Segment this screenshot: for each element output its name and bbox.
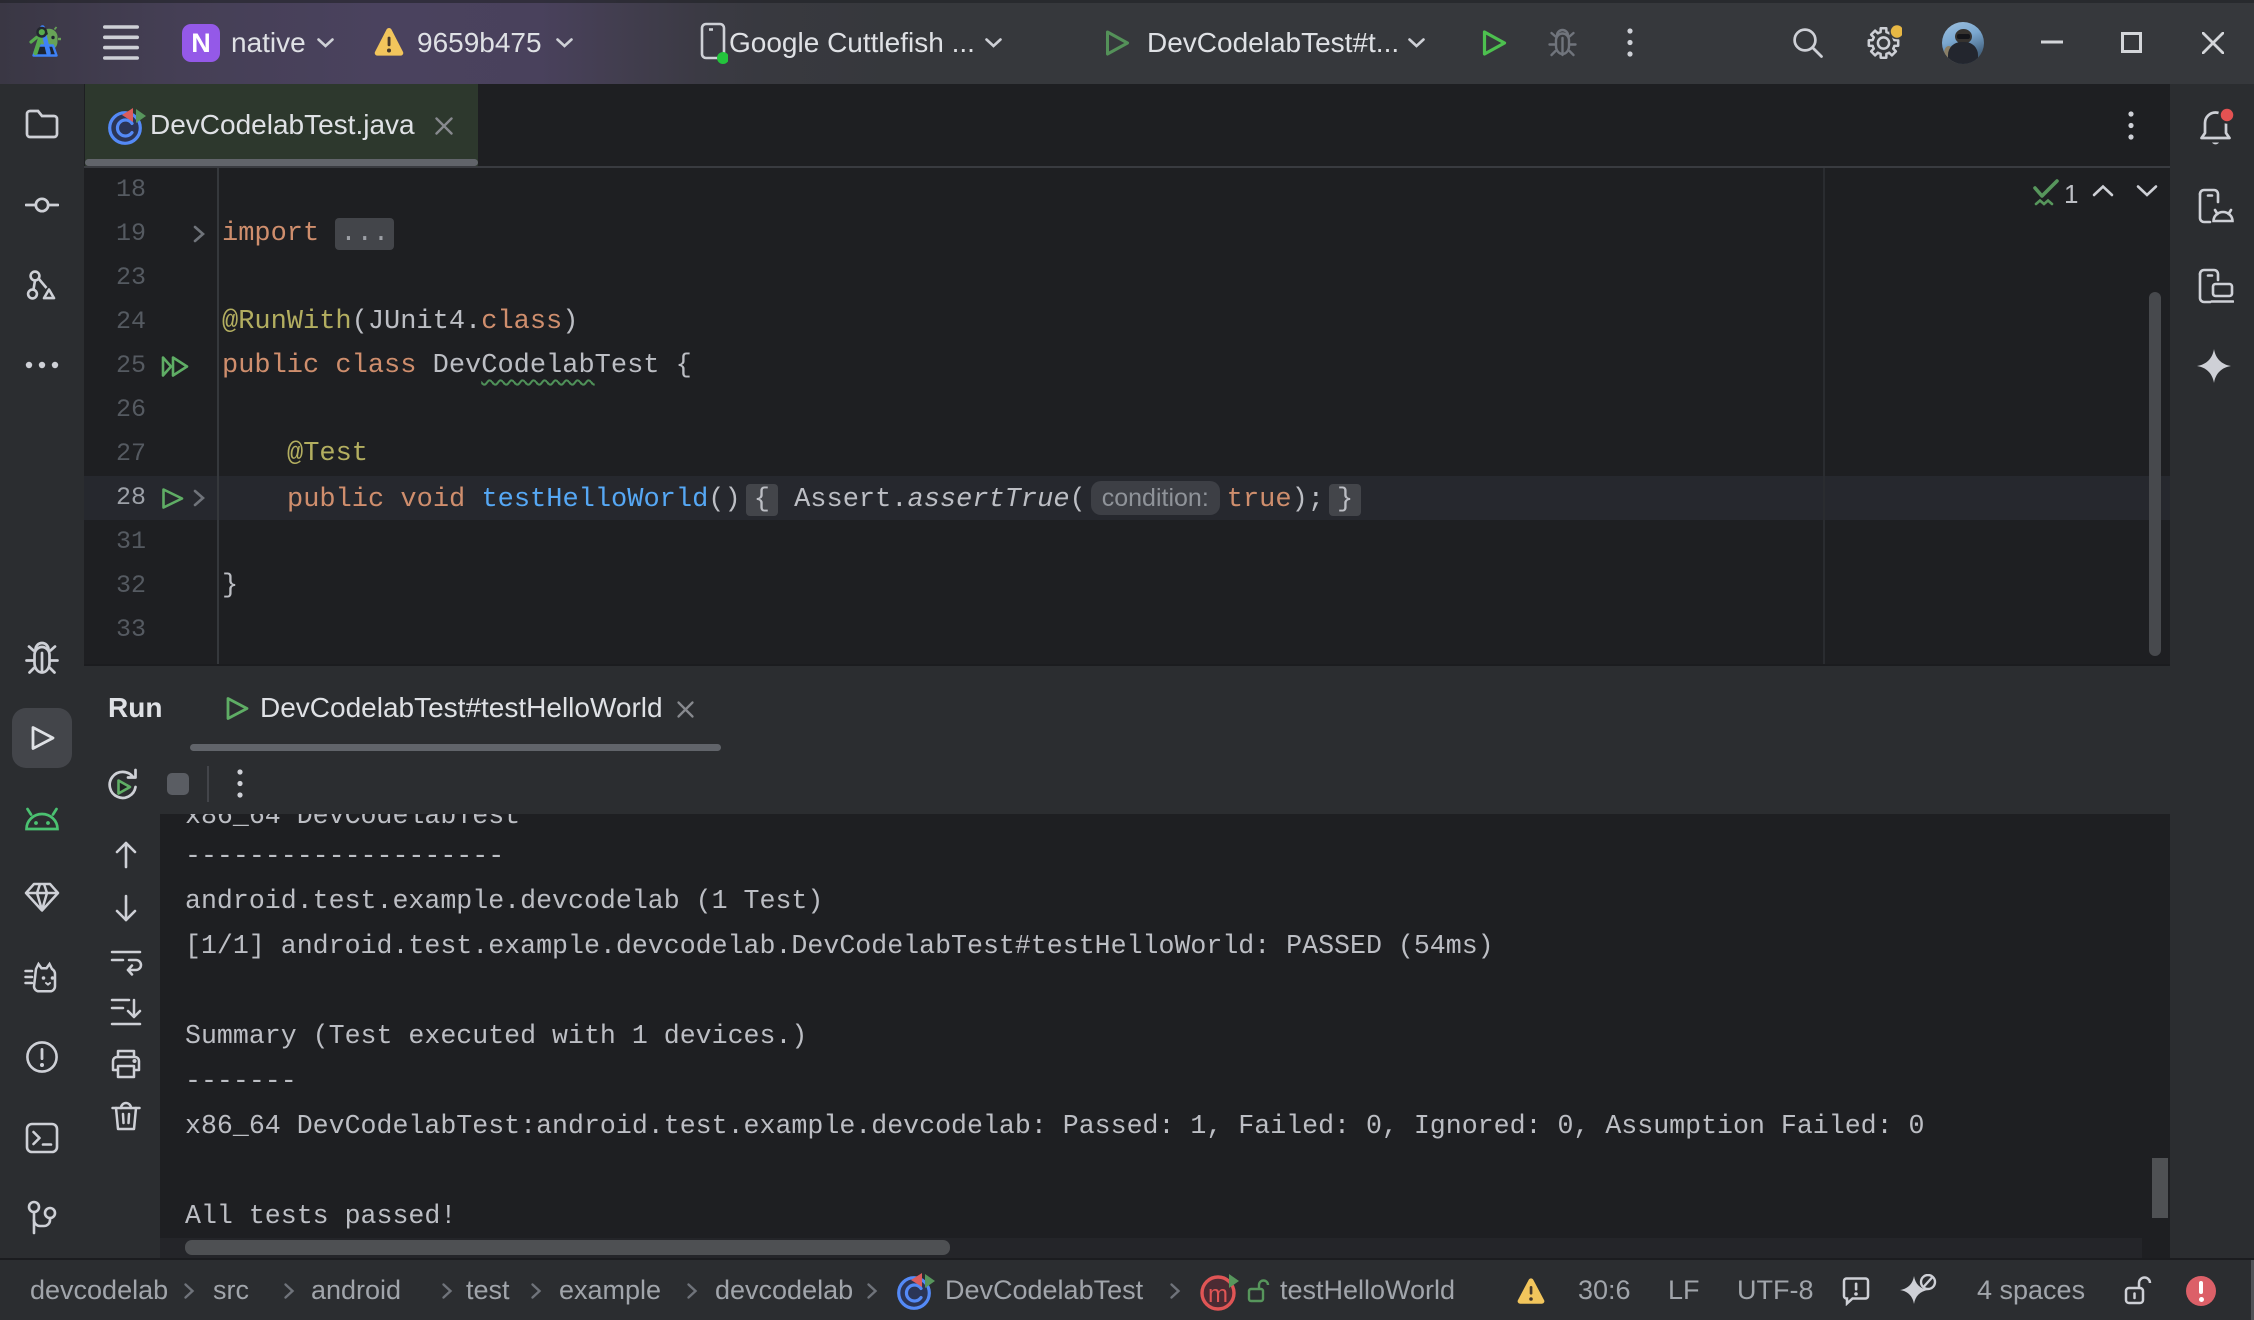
svg-text:m: m	[1208, 1281, 1228, 1308]
